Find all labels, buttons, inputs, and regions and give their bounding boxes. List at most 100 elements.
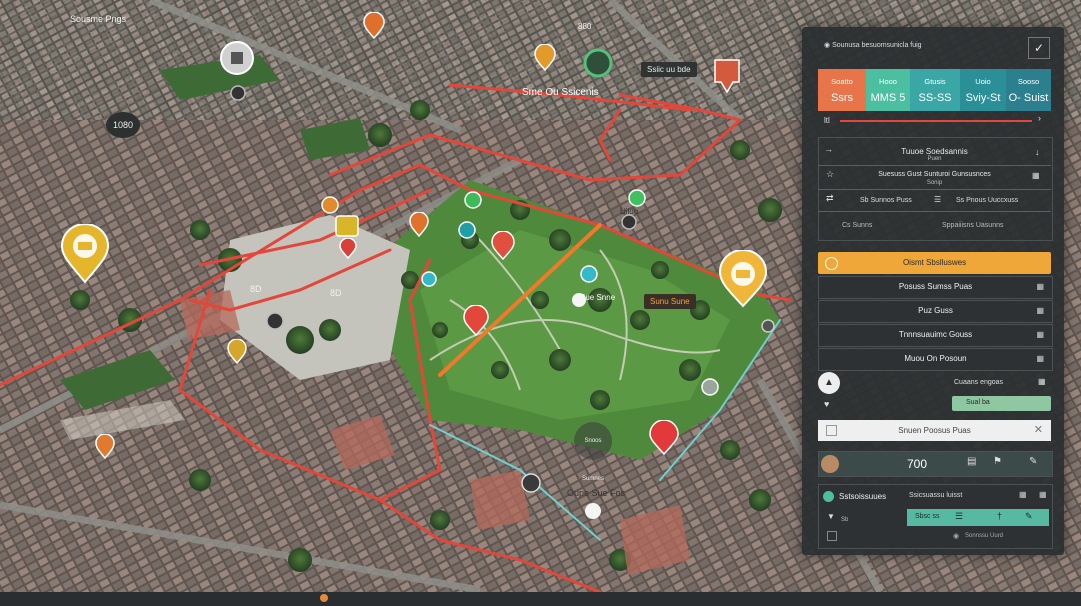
close-icon[interactable]: ✕ bbox=[1034, 423, 1043, 436]
section1-row3-right: Sppaiiisns Uasunns bbox=[942, 222, 1004, 229]
footer-icon: ◉ bbox=[953, 533, 960, 540]
stat-4-title: Uoio bbox=[975, 77, 991, 86]
section2-value-bar[interactable]: Sbsc ss ☰ † ✎ bbox=[907, 509, 1049, 526]
search-row-label: Snuen Poosus Puas bbox=[898, 426, 971, 435]
list-item-2[interactable]: Puz Guss ▦ bbox=[818, 300, 1053, 323]
stat-4-value: Sviy-St bbox=[965, 92, 1001, 104]
cluster-count[interactable]: 1080 bbox=[106, 112, 140, 138]
filter-button[interactable]: Sual ba bbox=[952, 396, 1051, 411]
stat-3-title: Gtusis bbox=[924, 77, 946, 86]
grey-pin-icon[interactable] bbox=[219, 40, 255, 80]
section2-sub: Ssicsuassu luisst bbox=[909, 492, 963, 499]
amber-pin-icon[interactable] bbox=[533, 44, 557, 72]
progress-label: ltl bbox=[824, 116, 830, 125]
grid-icon[interactable]: ▦ bbox=[1032, 171, 1040, 180]
section2-dot-icon bbox=[823, 491, 834, 502]
dark-dot-park-icon[interactable] bbox=[620, 213, 638, 231]
yellow-pin-west-icon[interactable] bbox=[226, 339, 248, 365]
map-top-small: 880 bbox=[578, 22, 592, 31]
dark-dot-icon[interactable] bbox=[265, 311, 285, 331]
section2-value: Sbsc ss bbox=[915, 513, 940, 520]
large-yellow-pin-icon[interactable] bbox=[60, 224, 110, 284]
section1-row2-left: Sb Sunnos Puss bbox=[860, 197, 912, 204]
dark-dot-north-icon[interactable] bbox=[229, 84, 247, 102]
red-square-pin-icon[interactable] bbox=[713, 58, 741, 94]
panel-header-icon: ◉ bbox=[824, 42, 833, 49]
bottom-bar bbox=[0, 592, 1081, 606]
stat-3[interactable]: Gtusis SS-SS bbox=[910, 69, 960, 111]
stat-5-value: O- Suist bbox=[1008, 92, 1049, 104]
grey-pin-east-icon[interactable] bbox=[700, 377, 720, 401]
cyan-dot-icon[interactable] bbox=[579, 264, 599, 284]
map-mid-value: 8D bbox=[330, 288, 342, 298]
edit-icon: ✎ bbox=[1025, 511, 1033, 521]
flag-icon[interactable]: ⚑ bbox=[993, 456, 1002, 467]
stat-2-title: Hooo bbox=[879, 77, 897, 86]
active-bar-label: Oismt Sbslluswes bbox=[902, 258, 967, 267]
red-pin-park-icon[interactable] bbox=[490, 231, 516, 261]
red-pin-center-icon[interactable] bbox=[462, 305, 490, 337]
dark-pin-south-icon[interactable] bbox=[520, 472, 542, 496]
stat-1-title: Soatto bbox=[831, 77, 853, 86]
grid-icon[interactable]: ▦ bbox=[1019, 490, 1027, 499]
white-dot-park-icon[interactable] bbox=[570, 291, 588, 309]
check-icon[interactable]: ✓ bbox=[1028, 37, 1050, 59]
section1-row1-sub: Sonip bbox=[926, 180, 943, 186]
green-pin-icon[interactable] bbox=[463, 190, 483, 212]
divider bbox=[818, 165, 1051, 166]
stat-2[interactable]: Hooo MMS 5 bbox=[866, 69, 910, 111]
list-item-3-label: Tnnnsuauimc Gouss bbox=[898, 330, 973, 339]
orange-pin-plaza-icon[interactable] bbox=[320, 195, 340, 217]
orange-pin-icon[interactable] bbox=[362, 12, 386, 40]
orange-pin-park-icon[interactable] bbox=[408, 212, 430, 238]
panel-header: ◉ Sounusa besuomsunicla fuig bbox=[824, 41, 922, 49]
grid-icon[interactable]: ▦ bbox=[1039, 490, 1047, 499]
cyan-dot-small-icon[interactable] bbox=[420, 270, 438, 288]
share-icon[interactable]: ⇄ bbox=[826, 193, 834, 204]
section1-row3-left: Cs Sunns bbox=[842, 222, 873, 229]
green-ring-pin-icon[interactable] bbox=[583, 48, 613, 80]
chevron-down-icon[interactable]: ↓ bbox=[1035, 147, 1040, 157]
section2-tag: Sb bbox=[841, 517, 849, 523]
red-pin-south-icon[interactable] bbox=[648, 420, 680, 456]
search-row[interactable]: Snuen Poosus Puas ✕ bbox=[818, 420, 1051, 441]
stat-1[interactable]: Soatto Ssrs bbox=[818, 69, 866, 111]
large-yellow-pin-east-icon[interactable] bbox=[718, 250, 768, 308]
list-item-4[interactable]: Muou On Posoun ▦ bbox=[818, 348, 1053, 371]
white-dot-icon[interactable] bbox=[583, 501, 603, 521]
status-dot-icon bbox=[320, 594, 328, 602]
filter-button-label: Sual ba bbox=[966, 399, 990, 406]
value-row[interactable]: 700 ▤ ⚑ ✎ bbox=[818, 451, 1053, 477]
progress-bar[interactable] bbox=[840, 120, 1032, 122]
footer-checkbox[interactable] bbox=[827, 531, 837, 541]
user-avatar[interactable]: ▲ bbox=[818, 372, 840, 394]
red-pin-small-icon[interactable] bbox=[338, 238, 358, 260]
stat-5[interactable]: Sooso O- Suist bbox=[1006, 69, 1051, 111]
edit-icon[interactable]: ✎ bbox=[1029, 456, 1037, 467]
green-pin-north-icon[interactable] bbox=[627, 188, 647, 210]
grid-icon[interactable]: ▦ bbox=[1038, 377, 1046, 386]
list-item-3[interactable]: Tnnnsuauimc Gouss ▦ bbox=[818, 324, 1053, 347]
grid-icon: ▦ bbox=[1036, 306, 1044, 315]
list-item-1[interactable]: Posuss Sumss Puas ▦ bbox=[818, 276, 1053, 299]
list-icon[interactable]: ☰ bbox=[934, 195, 941, 204]
chevron-right-icon[interactable]: › bbox=[1038, 113, 1041, 123]
east-tag[interactable]: Sunu Sune bbox=[644, 294, 696, 309]
grid-icon: ▦ bbox=[1036, 354, 1044, 363]
stat-1-value: Ssrs bbox=[831, 92, 853, 104]
section2-box: Sstsoissuues Ssicsuassu luisst ▦ ▦ ▼ Sb … bbox=[818, 484, 1053, 549]
orange-pin-southwest-icon[interactable] bbox=[94, 434, 116, 460]
map-top-tag[interactable]: Ssiic uu bde bbox=[641, 62, 697, 77]
active-bar[interactable]: Oismt Sbslluswes bbox=[818, 252, 1051, 274]
grey-small-pin-icon[interactable] bbox=[760, 318, 776, 338]
heart-icon[interactable]: ♥ bbox=[824, 399, 829, 409]
section1-row2-right: Ss Pnous Uuccxuss bbox=[956, 197, 1019, 204]
teal-pin-icon[interactable] bbox=[457, 220, 477, 242]
list-item-1-label: Posuss Sumss Puas bbox=[898, 282, 973, 291]
stat-4[interactable]: Uoio Sviy-St bbox=[960, 69, 1006, 111]
grid-icon: ▦ bbox=[1036, 282, 1044, 291]
center-grey-marker[interactable]: Snoos Sumnes bbox=[574, 422, 612, 482]
info-panel: ◉ Sounusa besuomsunicla fuig ✓ Soatto Ss… bbox=[802, 27, 1064, 555]
grid-icon: ▦ bbox=[1036, 330, 1044, 339]
bell-icon[interactable]: ▤ bbox=[967, 456, 976, 467]
